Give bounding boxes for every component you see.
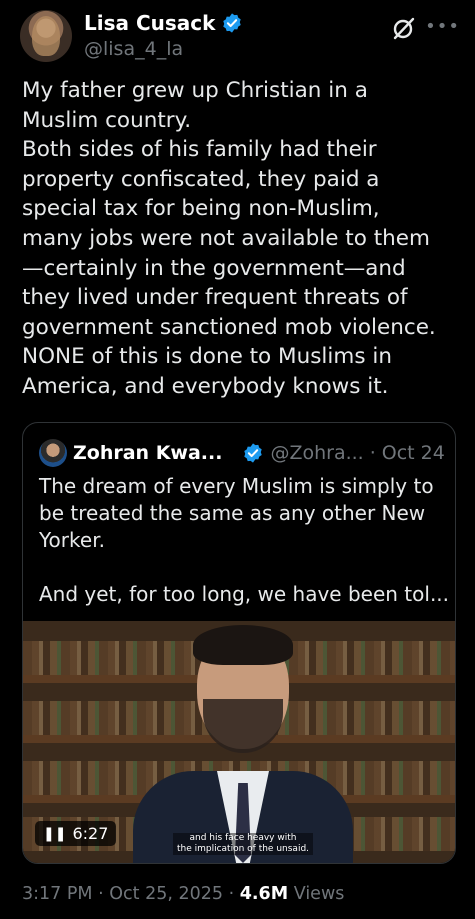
quoted-author-handle[interactable]: @Zohra... [270,442,363,464]
verified-badge-icon [244,443,263,463]
video-player[interactable]: ❚❚ 6:27 and his face heavy with the impl… [23,621,455,863]
video-caption: and his face heavy with the implication … [173,833,313,855]
quoted-tweet-header: Zohran Kwa... @Zohra... · Oct 24 [39,439,445,467]
quoted-tweet[interactable]: Zohran Kwa... @Zohra... · Oct 24 The dre… [22,422,456,864]
quoted-separator: · [369,442,376,464]
quoted-date[interactable]: Oct 24 [382,442,445,464]
author-handle[interactable]: @lisa_4_la [84,38,183,60]
grok-icon[interactable] [392,16,416,40]
pause-icon[interactable]: ❚❚ [43,826,66,842]
meta-separator: · [98,884,104,904]
quoted-author-name[interactable]: Zohran Kwa... [73,442,222,464]
tweet-header: Lisa Cusack @lisa_4_la ••• [20,10,460,66]
views-count: 4.6M [239,884,289,904]
tweet-text: My father grew up Christian in a Muslim … [22,78,436,399]
tweet-date[interactable]: Oct 25, 2025 [109,884,223,904]
author-name[interactable]: Lisa Cusack [84,11,215,35]
verified-badge-icon[interactable] [221,12,243,34]
views-label: Views [293,884,345,904]
video-duration-badge[interactable]: ❚❚ 6:27 [35,821,117,846]
author-avatar[interactable] [20,10,72,62]
video-duration: 6:27 [72,824,109,843]
quoted-tweet-text: The dream of every Muslim is simply to b… [39,474,450,606]
tweet-meta: 3:17 PM · Oct 25, 2025 · 4.6M Views [22,884,344,904]
quoted-author-avatar[interactable] [39,439,67,467]
meta-separator: · [228,884,235,904]
video-speaker [133,621,353,863]
tweet-time[interactable]: 3:17 PM [22,884,93,904]
more-icon[interactable]: ••• [425,16,460,37]
author-name-row: Lisa Cusack [84,11,243,35]
